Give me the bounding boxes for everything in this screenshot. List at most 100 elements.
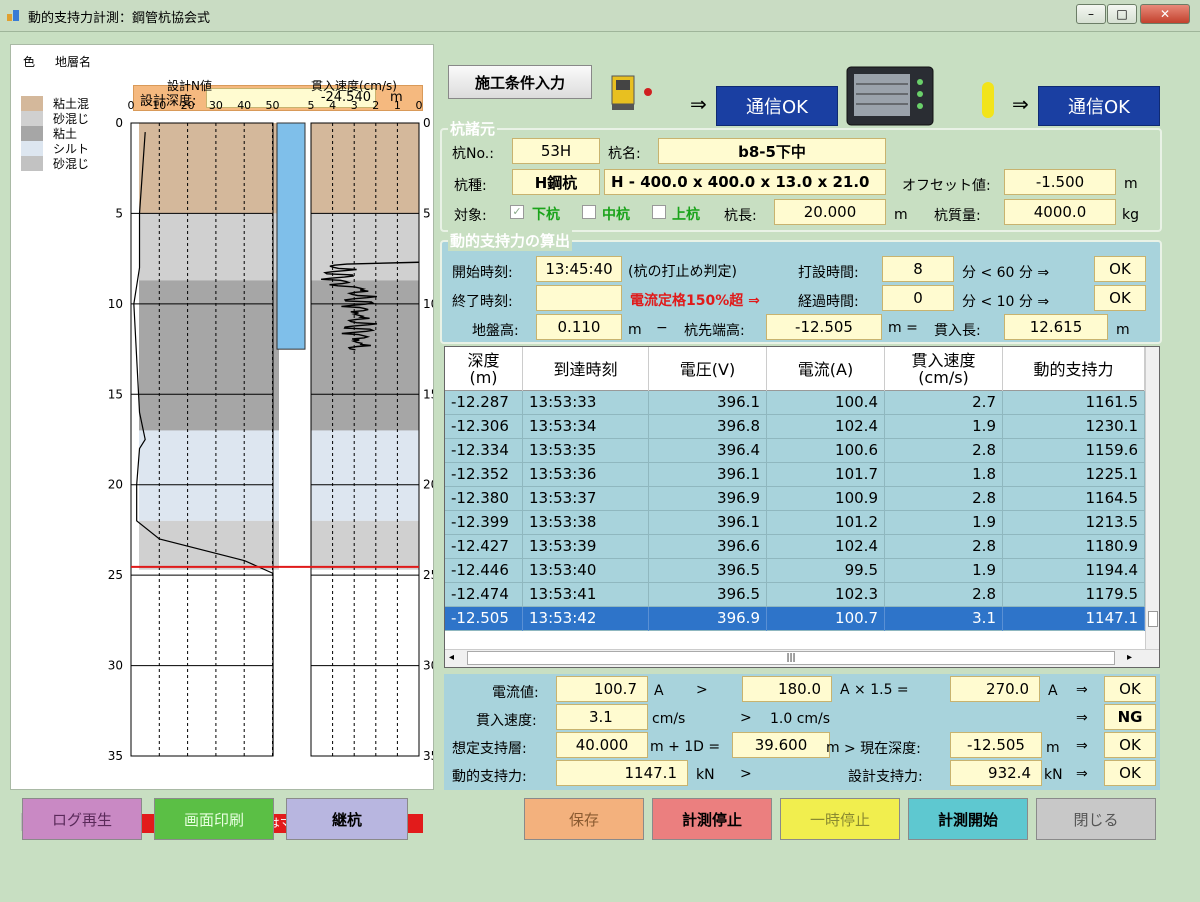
table-row[interactable]: -12.380 13:53:37 396.9 100.9 2.8 1164.5 [445, 487, 1145, 511]
table-row[interactable]: -12.446 13:53:40 396.5 99.5 1.9 1194.4 [445, 559, 1145, 583]
column-header[interactable]: 動的支持力 [1003, 347, 1145, 391]
start-measure-button[interactable]: 計測開始 [908, 798, 1028, 840]
depth-tick-label-left: 10 [108, 297, 123, 311]
stop-measure-button[interactable]: 計測停止 [652, 798, 772, 840]
nvalue-tick-label: 0 [128, 99, 135, 112]
table-cell: 2.7 [885, 391, 1003, 415]
arrow-2: ⇒ [1012, 92, 1029, 116]
legend-swatch [21, 111, 43, 126]
speed-threshold: 1.0 cm/s [770, 711, 831, 727]
bearing-layer-sum[interactable]: 39.600 [732, 732, 830, 758]
offset-field[interactable]: -1.500 [1004, 169, 1116, 195]
hscroll-right-icon[interactable]: ▸ [1127, 652, 1132, 663]
depth-tick-label-right: 5 [423, 206, 431, 220]
dynamic-capacity-label: 動的支持力: [452, 769, 527, 785]
table-row[interactable]: -12.287 13:53:33 396.1 100.4 2.7 1161.5 [445, 391, 1145, 415]
penetration-length-field[interactable]: 12.615 [1004, 314, 1108, 340]
table-header: 深度 (m) 到達時刻 電圧(V) 電流(A) 貫入速度 (cm/s) 動的支持力 [445, 347, 1145, 391]
layer-result: OK [1104, 732, 1156, 758]
table-cell: 2.8 [885, 583, 1003, 607]
legend-swatch [21, 126, 43, 141]
table-row[interactable]: -12.505 13:53:42 396.9 100.7 3.1 1147.1 [445, 607, 1145, 631]
pile-size-field[interactable]: H - 400.0 x 400.0 x 13.0 x 21.0 [604, 169, 886, 195]
splice-button[interactable]: 継杭 [286, 798, 408, 840]
print-screen-button[interactable]: 画面印刷 [154, 798, 274, 840]
offset-label: オフセット値: [902, 178, 991, 194]
lower-pile-checkbox[interactable]: ✓ [510, 205, 524, 219]
hscroll-thumb[interactable]: ||| [467, 651, 1115, 665]
close-window-button[interactable]: 閉じる [1036, 798, 1156, 840]
ground-level-unit: m [628, 322, 642, 338]
ground-level-field[interactable]: 0.110 [536, 314, 622, 340]
save-button[interactable]: 保存 [524, 798, 644, 840]
close-button[interactable]: ✕ [1140, 4, 1190, 24]
table-cell: 100.6 [767, 439, 885, 463]
column-header[interactable]: 深度 (m) [445, 347, 523, 391]
dynamic-capacity-unit: kN [696, 767, 715, 783]
measurement-table[interactable]: 深度 (m) 到達時刻 電圧(V) 電流(A) 貫入速度 (cm/s) 動的支持力 -12… [444, 346, 1160, 668]
design-capacity-field[interactable]: 932.4 [950, 760, 1042, 786]
minimize-button[interactable]: – [1076, 4, 1106, 24]
table-cell: 99.5 [767, 559, 885, 583]
table-row[interactable]: -12.306 13:53:34 396.8 102.4 1.9 1230.1 [445, 415, 1145, 439]
current-limit-field[interactable]: 270.0 [950, 676, 1040, 702]
table-cell: -12.446 [445, 559, 523, 583]
construction-conditions-button[interactable]: 施工条件入力 [448, 65, 592, 99]
pause-button[interactable]: 一時停止 [780, 798, 900, 840]
end-time-label: 終了時刻: [452, 294, 513, 310]
current-gt: > [696, 682, 708, 698]
table-cell: 1.9 [885, 559, 1003, 583]
pile-name-field[interactable]: b8-5下中 [658, 138, 886, 164]
table-cell: 102.3 [767, 583, 885, 607]
table-row[interactable]: -12.399 13:53:38 396.1 101.2 1.9 1213.5 [445, 511, 1145, 535]
drive-time-label: 打設時間: [798, 265, 859, 281]
table-row[interactable]: -12.334 13:53:35 396.4 100.6 2.8 1159.6 [445, 439, 1145, 463]
pile-length-label: 杭長: [724, 208, 757, 224]
log-replay-button[interactable]: ログ再生 [22, 798, 142, 840]
design-capacity-unit: kN [1044, 767, 1063, 783]
pile-length-unit: m [894, 207, 908, 223]
current-depth-field[interactable]: -12.505 [950, 732, 1042, 758]
end-time-field[interactable] [536, 285, 622, 311]
depth-tick-label-right: 15 [423, 387, 433, 401]
middle-pile-checkbox[interactable] [582, 205, 596, 219]
column-header[interactable]: 電流(A) [767, 347, 885, 391]
legend-item: 砂混じ [21, 110, 105, 126]
column-header[interactable]: 電圧(V) [649, 347, 767, 391]
pile-no-field[interactable]: 53H [512, 138, 600, 164]
upper-pile-checkbox[interactable] [652, 205, 666, 219]
start-time-field[interactable]: 13:45:40 [536, 256, 622, 282]
pile-specs-title: 杭諸元 [448, 118, 498, 139]
table-row[interactable]: -12.474 13:53:41 396.5 102.3 2.8 1179.5 [445, 583, 1145, 607]
equals-sign: m = [888, 320, 918, 336]
tip-level-field[interactable]: -12.505 [766, 314, 882, 340]
pile-mass-field[interactable]: 4000.0 [1004, 199, 1116, 225]
table-row[interactable]: -12.427 13:53:39 396.6 102.4 2.8 1180.9 [445, 535, 1145, 559]
comm-status-1: 通信OK [716, 86, 838, 126]
current-result: OK [1104, 676, 1156, 702]
table-cell: 396.8 [649, 415, 767, 439]
bearing-layer-field[interactable]: 40.000 [556, 732, 648, 758]
speed-field[interactable]: 3.1 [556, 704, 648, 730]
table-vertical-scrollbar[interactable] [1145, 347, 1159, 649]
column-header[interactable]: 到達時刻 [523, 347, 649, 391]
stratum-band [311, 430, 419, 521]
capacity-arrow: ⇒ [1076, 766, 1088, 782]
table-cell: 2.8 [885, 487, 1003, 511]
maximize-button[interactable]: □ [1107, 4, 1137, 24]
hscroll-left-icon[interactable]: ◂ [449, 652, 454, 663]
nvalue-tick-label: 30 [209, 99, 223, 112]
table-cell: 396.1 [649, 463, 767, 487]
pile-length-field[interactable]: 20.000 [774, 199, 886, 225]
table-cell: -12.334 [445, 439, 523, 463]
vscroll-thumb[interactable] [1148, 611, 1158, 627]
table-row[interactable]: -12.352 13:53:36 396.1 101.7 1.8 1225.1 [445, 463, 1145, 487]
current-field[interactable]: 100.7 [556, 676, 648, 702]
dynamic-capacity-field[interactable]: 1147.1 [556, 760, 688, 786]
table-horizontal-scrollbar[interactable]: ◂ ||| ▸ [445, 649, 1159, 667]
elapsed-time-field[interactable]: 0 [882, 285, 954, 311]
drive-time-field[interactable]: 8 [882, 256, 954, 282]
column-header[interactable]: 貫入速度 (cm/s) [885, 347, 1003, 391]
rated-current-field[interactable]: 180.0 [742, 676, 832, 702]
pile-type-field[interactable]: H鋼杭 [512, 169, 600, 195]
